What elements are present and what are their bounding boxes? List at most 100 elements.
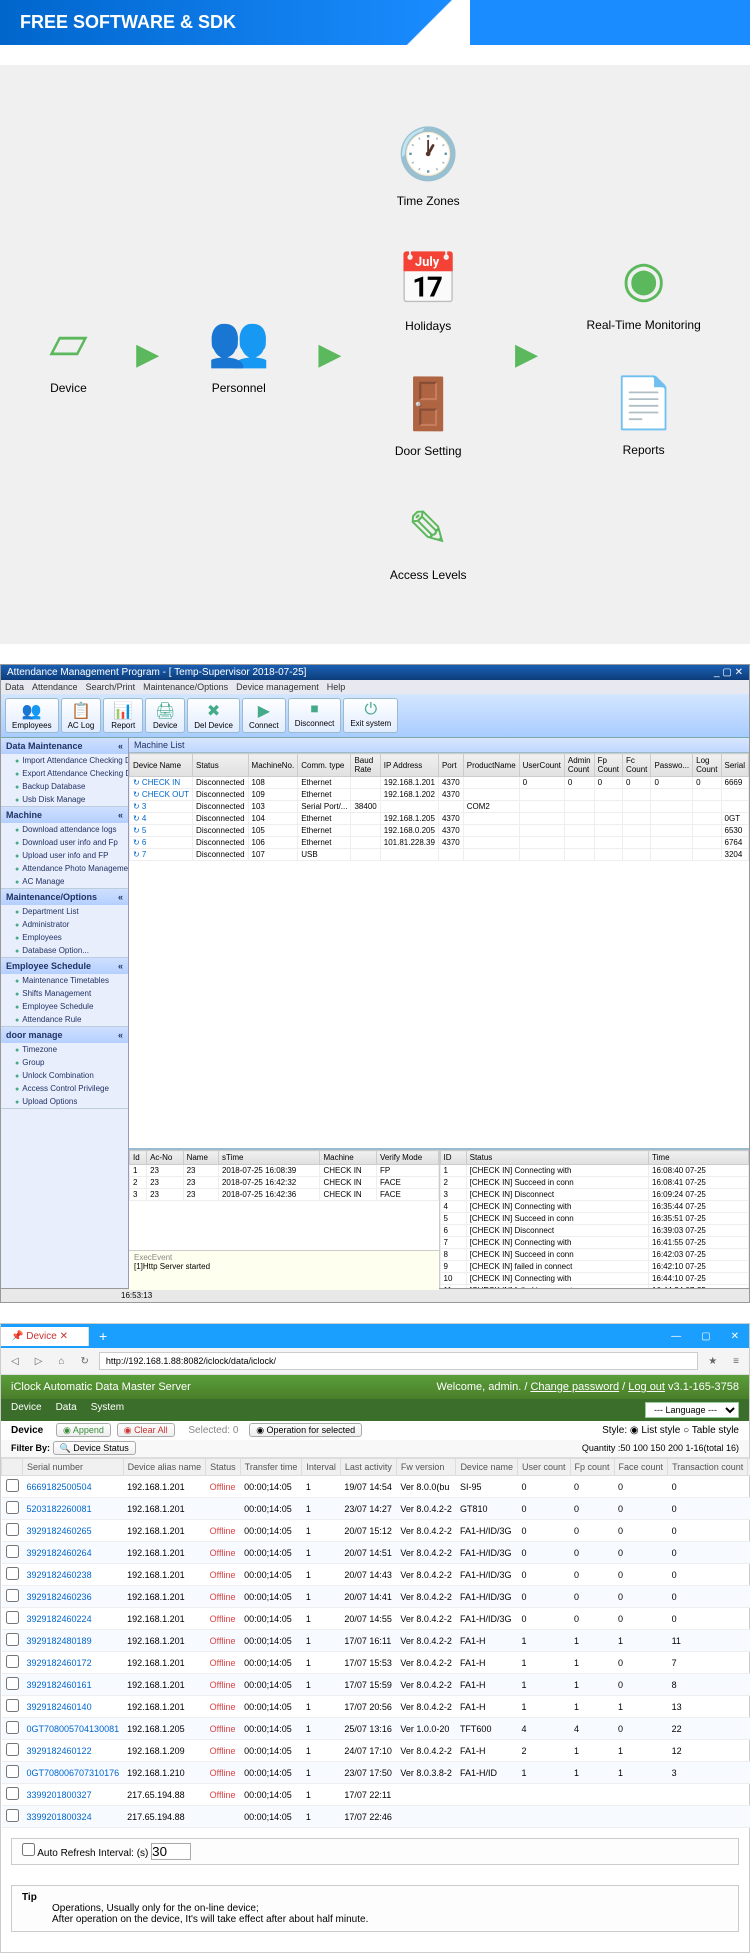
table-row[interactable]: 123232018-07-25 16:08:39CHECK INFP [130, 1165, 439, 1177]
table-row[interactable]: 3929182460238192.168.1.201Offline00:00;1… [2, 1564, 750, 1586]
row-checkbox[interactable] [6, 1809, 19, 1822]
table-row[interactable]: 8[CHECK IN] Succeed in conn16:42:03 07-2… [440, 1249, 749, 1261]
url-input[interactable]: http://192.168.1.88:8082/iclock/data/icl… [99, 1352, 698, 1370]
sidebar-item[interactable]: Usb Disk Manage [1, 793, 128, 806]
browser-tab[interactable]: 📌 Device ✕ [1, 1327, 89, 1346]
row-checkbox[interactable] [6, 1545, 19, 1558]
device-table[interactable]: Serial numberDevice alias nameStatusTran… [1, 1458, 750, 1828]
table-row[interactable]: 223232018-07-25 16:42:32CHECK INFACE [130, 1177, 439, 1189]
sidebar-item[interactable]: Employees [1, 931, 128, 944]
table-row[interactable]: 0GT708005704130081192.168.1.205Offline00… [2, 1718, 750, 1740]
new-tab-button[interactable]: + [89, 1324, 117, 1348]
sidebar-item[interactable]: AC Manage [1, 875, 128, 888]
table-row[interactable]: 323232018-07-25 16:42:36CHECK INFACE [130, 1189, 439, 1201]
table-row[interactable]: 5[CHECK IN] Succeed in conn16:35:51 07-2… [440, 1213, 749, 1225]
menu-item[interactable]: Search/Print [86, 682, 136, 692]
menu-item[interactable]: Device management [236, 682, 319, 692]
row-checkbox[interactable] [6, 1523, 19, 1536]
sidebar-item[interactable]: Upload Options [1, 1095, 128, 1108]
table-row[interactable]: ↻ 3Disconnected103Serial Port/...38400CO… [130, 801, 749, 813]
logout-link[interactable]: Log out [628, 1381, 665, 1393]
table-row[interactable]: 3399201800327217.65.194.88Offline00:00;1… [2, 1784, 750, 1806]
row-checkbox[interactable] [6, 1699, 19, 1712]
sidebar-section-header[interactable]: Employee Schedule« [1, 958, 128, 974]
window-controls[interactable]: _ ▢ ✕ [714, 667, 743, 678]
minimize-button[interactable]: ― [661, 1327, 691, 1346]
home-button[interactable]: ⌂ [52, 1354, 70, 1369]
row-checkbox[interactable] [6, 1677, 19, 1690]
row-checkbox[interactable] [6, 1479, 19, 1492]
table-row[interactable]: 3929182460265192.168.1.201Offline00:00;1… [2, 1520, 750, 1542]
back-button[interactable]: ◁ [5, 1354, 25, 1369]
table-row[interactable]: 3929182460161192.168.1.201Offline00:00;1… [2, 1674, 750, 1696]
sidebar-section-header[interactable]: Data Maintenance« [1, 738, 128, 754]
sidebar-item[interactable]: Group [1, 1056, 128, 1069]
device-status-filter[interactable]: 🔍 Device Status [53, 1441, 136, 1455]
sidebar-item[interactable]: Timezone [1, 1043, 128, 1056]
sidebar-item[interactable]: Download attendance logs [1, 823, 128, 836]
sidebar-item[interactable]: Maintenance Timetables [1, 974, 128, 987]
sidebar-section-header[interactable]: Maintenance/Options« [1, 889, 128, 905]
change-password-link[interactable]: Change password [530, 1381, 619, 1393]
interval-input[interactable] [151, 1843, 191, 1860]
sidebar-section-header[interactable]: Machine« [1, 807, 128, 823]
list-style-radio[interactable]: ◉ List style [630, 1425, 680, 1436]
table-style-radio[interactable]: ○ Table style [683, 1425, 739, 1436]
append-button[interactable]: ◉ Append [56, 1423, 111, 1437]
row-checkbox[interactable] [6, 1611, 19, 1624]
sidebar-item[interactable]: Backup Database [1, 780, 128, 793]
menu-item[interactable]: Device [11, 1402, 42, 1413]
operation-button[interactable]: ◉ Operation for selected [249, 1423, 362, 1437]
row-checkbox[interactable] [6, 1721, 19, 1734]
table-row[interactable]: ↻ 7Disconnected107USB3204 [130, 849, 749, 861]
sidebar-item[interactable]: Department List [1, 905, 128, 918]
row-checkbox[interactable] [6, 1589, 19, 1602]
sidebar-item[interactable]: Database Option... [1, 944, 128, 957]
language-select[interactable]: --- Language --- [645, 1402, 739, 1418]
table-row[interactable]: ↻ CHECK OUTDisconnected109Ethernet192.16… [130, 789, 749, 801]
table-row[interactable]: 11[CHECK IN] failed in connect16:44:24 0… [440, 1285, 749, 1289]
table-row[interactable]: 3929182460172192.168.1.201Offline00:00;1… [2, 1652, 750, 1674]
table-row[interactable]: ↻ 5Disconnected105Ethernet192.168.0.2054… [130, 825, 749, 837]
clear-all-button[interactable]: ◉ Clear All [117, 1423, 175, 1437]
table-row[interactable]: ↻ CHECK INDisconnected108Ethernet192.168… [130, 777, 749, 789]
toolbar-device[interactable]: 🖨Device [145, 698, 185, 733]
table-row[interactable]: 2[CHECK IN] Succeed in conn16:08:41 07-2… [440, 1177, 749, 1189]
row-checkbox[interactable] [6, 1655, 19, 1668]
sidebar-item[interactable]: Unlock Combination [1, 1069, 128, 1082]
sidebar-item[interactable]: Administrator [1, 918, 128, 931]
toolbar-connect[interactable]: ▶Connect [242, 698, 286, 733]
table-row[interactable]: 6669182500504192.168.1.201Offline00:00;1… [2, 1476, 750, 1498]
sidebar-item[interactable]: Upload user info and FP [1, 849, 128, 862]
maximize-button[interactable]: ▢ [691, 1327, 720, 1346]
table-row[interactable]: 3929182480189192.168.1.201Offline00:00;1… [2, 1630, 750, 1652]
table-row[interactable]: 4[CHECK IN] Connecting with16:35:44 07-2… [440, 1201, 749, 1213]
sidebar-item[interactable]: Employee Schedule [1, 1000, 128, 1013]
sidebar-section-header[interactable]: door manage« [1, 1027, 128, 1043]
menu-item[interactable]: Attendance [32, 682, 78, 692]
sidebar-item[interactable]: Access Control Privilege [1, 1082, 128, 1095]
sidebar-item[interactable]: Export Attendance Checking Data [1, 767, 128, 780]
table-row[interactable]: 3929182460236192.168.1.201Offline00:00;1… [2, 1586, 750, 1608]
row-checkbox[interactable] [6, 1633, 19, 1646]
table-row[interactable]: 0GT708006707310176192.168.1.210Offline00… [2, 1762, 750, 1784]
menu-item[interactable]: Data [56, 1402, 77, 1413]
table-row[interactable]: ↻ 4Disconnected104Ethernet192.168.1.2054… [130, 813, 749, 825]
table-row[interactable]: 3929182460224192.168.1.201Offline00:00;1… [2, 1608, 750, 1630]
menu-icon[interactable]: ≡ [727, 1354, 745, 1369]
menu-item[interactable]: Maintenance/Options [143, 682, 228, 692]
close-button[interactable]: ✕ [721, 1327, 749, 1346]
events-grid[interactable]: IdAc-NoNamesTimeMachineVerify Mode123232… [129, 1150, 439, 1250]
table-row[interactable]: 10[CHECK IN] Connecting with16:44:10 07-… [440, 1273, 749, 1285]
row-checkbox[interactable] [6, 1567, 19, 1580]
toolbar-disconnect[interactable]: ⏹Disconnect [288, 698, 342, 733]
table-row[interactable]: 3399201800324217.65.194.8800:00;14:05117… [2, 1806, 750, 1828]
bookmark-icon[interactable]: ★ [702, 1354, 723, 1369]
forward-button[interactable]: ▷ [29, 1354, 49, 1369]
toolbar-ac-log[interactable]: 📋AC Log [61, 698, 102, 733]
sidebar-item[interactable]: Shifts Management [1, 987, 128, 1000]
toolbar-exit-system[interactable]: ⏻Exit system [343, 698, 398, 733]
table-row[interactable]: 1[CHECK IN] Connecting with16:08:40 07-2… [440, 1165, 749, 1177]
toolbar-del-device[interactable]: ✖Del Device [187, 698, 240, 733]
table-row[interactable]: 3929182460122192.168.1.209Offline00:00;1… [2, 1740, 750, 1762]
